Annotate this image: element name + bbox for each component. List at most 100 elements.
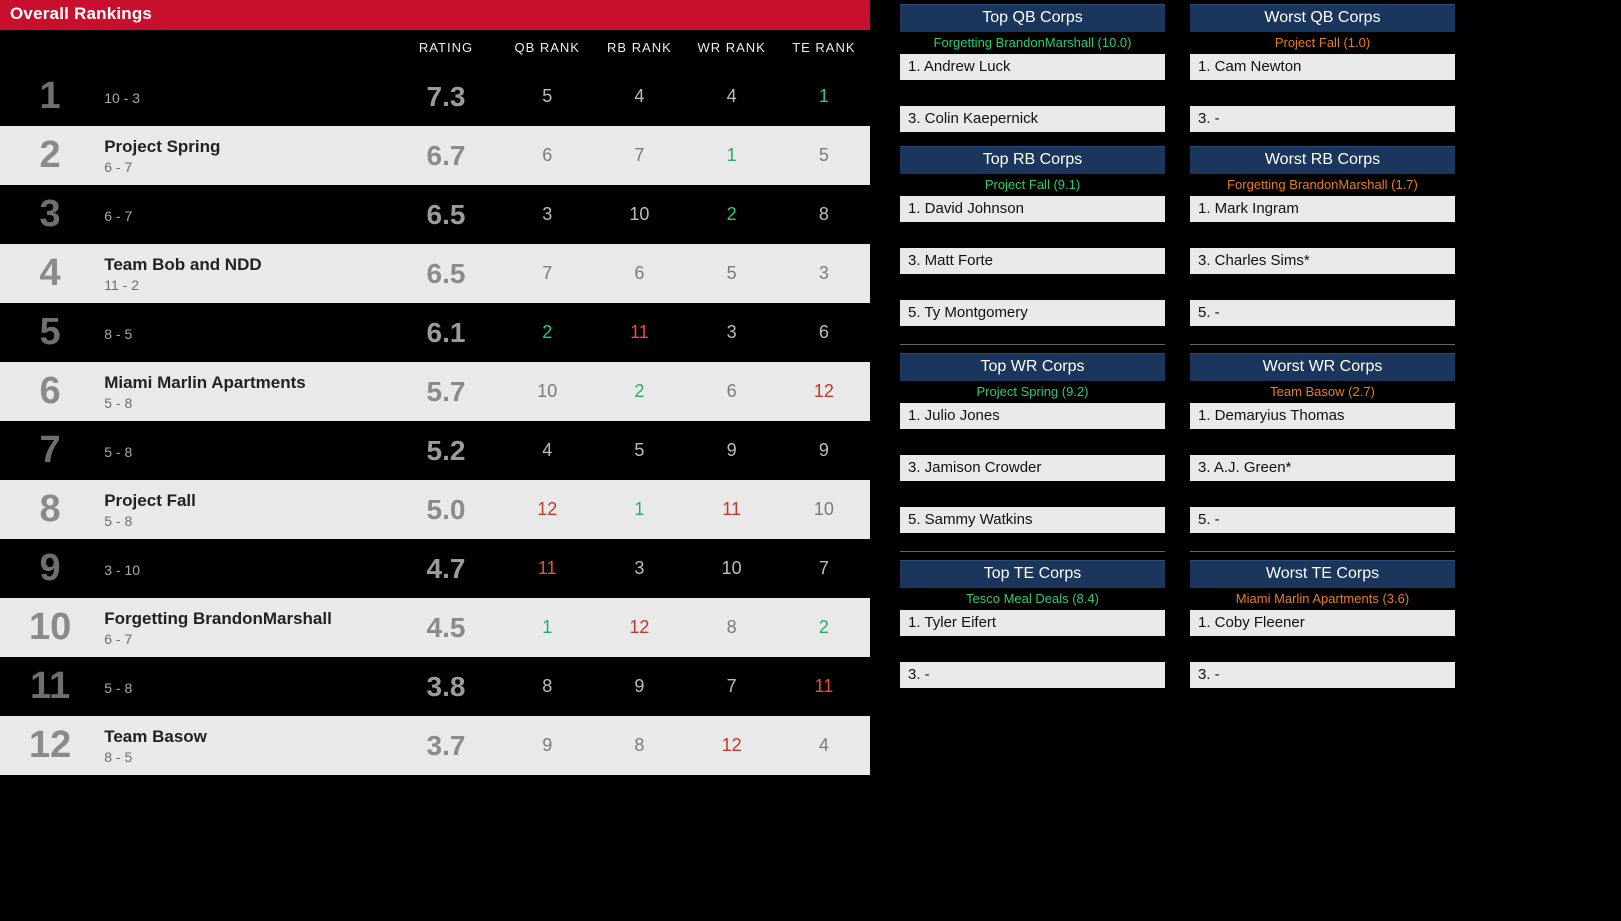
team-record: 5 - 8	[104, 680, 387, 696]
corps-row-gap	[1190, 429, 1455, 455]
rank-number: 1	[0, 67, 100, 126]
wr-rank: 10	[686, 539, 778, 598]
rank-number: 7	[0, 421, 100, 480]
wr-rank: 7	[686, 657, 778, 716]
rb-rank: 11	[593, 303, 685, 362]
corps-player-row: 3. -	[1190, 106, 1455, 132]
corps-subtitle: Team Basow (2.7)	[1190, 381, 1455, 403]
corps-subtitle: Forgetting BrandonMarshall (10.0)	[900, 32, 1165, 54]
wr-rank: 2	[686, 185, 778, 244]
corps-row-gap	[1190, 222, 1455, 248]
wr-rank: 9	[686, 421, 778, 480]
wr-rank: 3	[686, 303, 778, 362]
table-row: 75 - 85.24599	[0, 421, 870, 480]
corps-player-row: 3. -	[1190, 662, 1455, 688]
rating-value: 7.3	[391, 67, 501, 126]
qb-rank: 12	[501, 480, 593, 539]
col-rank	[0, 30, 100, 67]
corps-subtitle: Forgetting BrandonMarshall (1.7)	[1190, 174, 1455, 196]
col-qb: QB RANK	[501, 30, 593, 67]
corps-row-gap	[1190, 80, 1455, 106]
corps-row-gap	[1190, 274, 1455, 300]
team-record: 5 - 8	[104, 395, 387, 411]
qb-rank: 7	[501, 244, 593, 303]
te-rank: 7	[778, 539, 870, 598]
corps-box: Top WR CorpsProject Spring (9.2)1. Julio…	[900, 353, 1165, 533]
corps-separator	[900, 344, 1165, 345]
qb-rank: 5	[501, 67, 593, 126]
rankings-table: RATING QB RANK RB RANK WR RANK TE RANK 1…	[0, 30, 870, 775]
team-cell: 5 - 8	[100, 421, 391, 480]
rankings-header-row: RATING QB RANK RB RANK WR RANK TE RANK	[0, 30, 870, 67]
wr-rank: 12	[686, 716, 778, 775]
col-rating: RATING	[391, 30, 501, 67]
rb-rank: 4	[593, 67, 685, 126]
te-rank: 9	[778, 421, 870, 480]
corps-player-row: 5. -	[1190, 507, 1455, 533]
rating-value: 4.5	[391, 598, 501, 657]
corps-subtitle: Project Fall (1.0)	[1190, 32, 1455, 54]
rb-rank: 12	[593, 598, 685, 657]
te-rank: 5	[778, 126, 870, 185]
corps-player-row: 3. -	[900, 662, 1165, 688]
rating-value: 3.8	[391, 657, 501, 716]
corps-player-row: 5. Ty Montgomery	[900, 300, 1165, 326]
table-row: 6Miami Marlin Apartments5 - 85.7102612	[0, 362, 870, 421]
te-rank: 2	[778, 598, 870, 657]
team-name: Team Bob and NDD	[104, 255, 387, 275]
team-cell: Forgetting BrandonMarshall6 - 7	[100, 598, 391, 657]
page-title: Overall Rankings	[0, 0, 870, 30]
rank-number: 10	[0, 598, 100, 657]
rb-rank: 6	[593, 244, 685, 303]
corps-row-gap	[900, 429, 1165, 455]
corps-box: Worst QB CorpsProject Fall (1.0)1. Cam N…	[1190, 4, 1455, 132]
qb-rank: 2	[501, 303, 593, 362]
rank-number: 3	[0, 185, 100, 244]
corps-row-gap	[1190, 636, 1455, 662]
team-record: 3 - 10	[104, 562, 387, 578]
team-cell: 3 - 10	[100, 539, 391, 598]
team-cell: 5 - 8	[100, 657, 391, 716]
col-rb: RB RANK	[593, 30, 685, 67]
col-team	[100, 30, 391, 67]
te-rank: 10	[778, 480, 870, 539]
rating-value: 6.5	[391, 244, 501, 303]
corps-title: Top TE Corps	[900, 560, 1165, 588]
te-rank: 3	[778, 244, 870, 303]
te-rank: 8	[778, 185, 870, 244]
table-row: 2Project Spring6 - 76.76715	[0, 126, 870, 185]
corps-player-row: 3. Matt Forte	[900, 248, 1165, 274]
qb-rank: 9	[501, 716, 593, 775]
wr-rank: 1	[686, 126, 778, 185]
corps-player-row: 1. Julio Jones	[900, 403, 1165, 429]
corps-subtitle: Miami Marlin Apartments (3.6)	[1190, 588, 1455, 610]
rank-number: 5	[0, 303, 100, 362]
qb-rank: 10	[501, 362, 593, 421]
rank-number: 11	[0, 657, 100, 716]
team-name: Project Fall	[104, 491, 387, 511]
rating-value: 5.2	[391, 421, 501, 480]
team-cell: 6 - 7	[100, 185, 391, 244]
corps-separator	[1190, 551, 1455, 552]
corps-player-row: 1. Demaryius Thomas	[1190, 403, 1455, 429]
team-record: 6 - 7	[104, 159, 387, 175]
corps-row-gap	[900, 222, 1165, 248]
corps-player-row: 5. Sammy Watkins	[900, 507, 1165, 533]
corps-row-gap	[900, 636, 1165, 662]
qb-rank: 11	[501, 539, 593, 598]
qb-rank: 6	[501, 126, 593, 185]
wr-rank: 5	[686, 244, 778, 303]
table-row: 36 - 76.531028	[0, 185, 870, 244]
qb-rank: 4	[501, 421, 593, 480]
corps-box: Top RB CorpsProject Fall (9.1)1. David J…	[900, 146, 1165, 326]
corps-title: Worst RB Corps	[1190, 146, 1455, 174]
qb-rank: 8	[501, 657, 593, 716]
corps-player-row: 1. Tyler Eifert	[900, 610, 1165, 636]
rating-value: 6.7	[391, 126, 501, 185]
team-name: Forgetting BrandonMarshall	[104, 609, 387, 629]
rb-rank: 5	[593, 421, 685, 480]
corps-title: Worst TE Corps	[1190, 560, 1455, 588]
corps-row-gap	[900, 481, 1165, 507]
corps-player-row: 3. A.J. Green*	[1190, 455, 1455, 481]
table-row: 4Team Bob and NDD11 - 26.57653	[0, 244, 870, 303]
